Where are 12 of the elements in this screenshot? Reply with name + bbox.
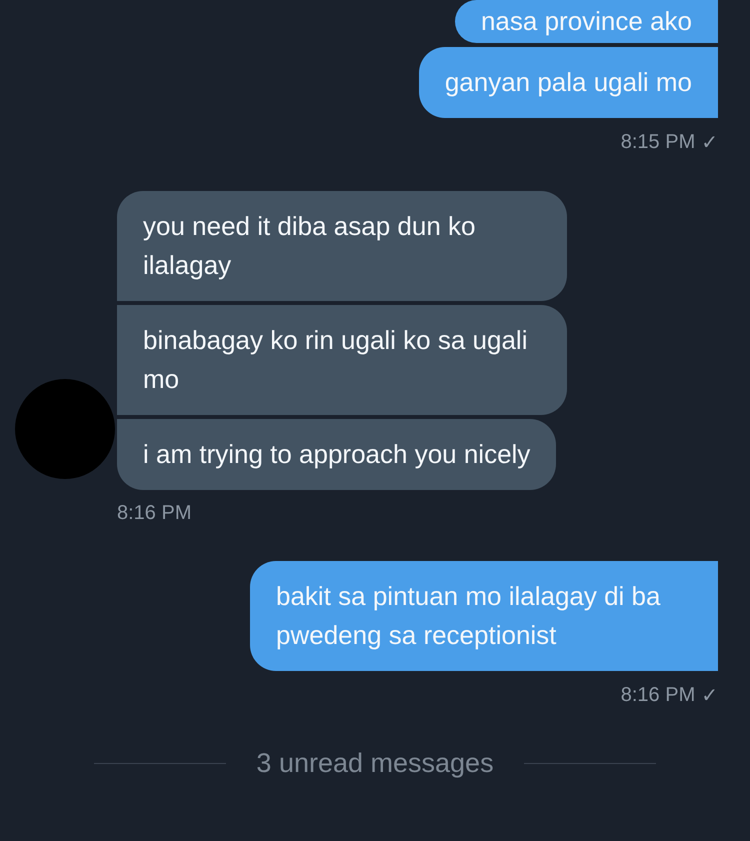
received-message-bubble: you need it diba asap dun ko ilalagay [117,191,567,301]
unread-divider-label: 3 unread messages [256,748,494,779]
message-time: 8:16 PM [117,502,192,525]
received-message-bubble: i am trying to approach you nicely [117,419,556,490]
read-receipt: ✓ [701,131,718,155]
message-time: 8:15 PM [620,131,696,154]
sent-message-bubble: bakit sa pintuan mo ilalagay di ba pwedeng sa receptionist [250,561,718,671]
message-time: 8:16 PM [620,684,696,707]
read-receipt: ✓ [701,684,718,708]
received-message-bubble: binabagay ko rin ugali ko sa ugali mo [117,305,567,415]
sent-message-bubble: ganyan pala ugali mo [418,47,718,118]
sent-message-bubble: nasa province ako [454,0,718,43]
